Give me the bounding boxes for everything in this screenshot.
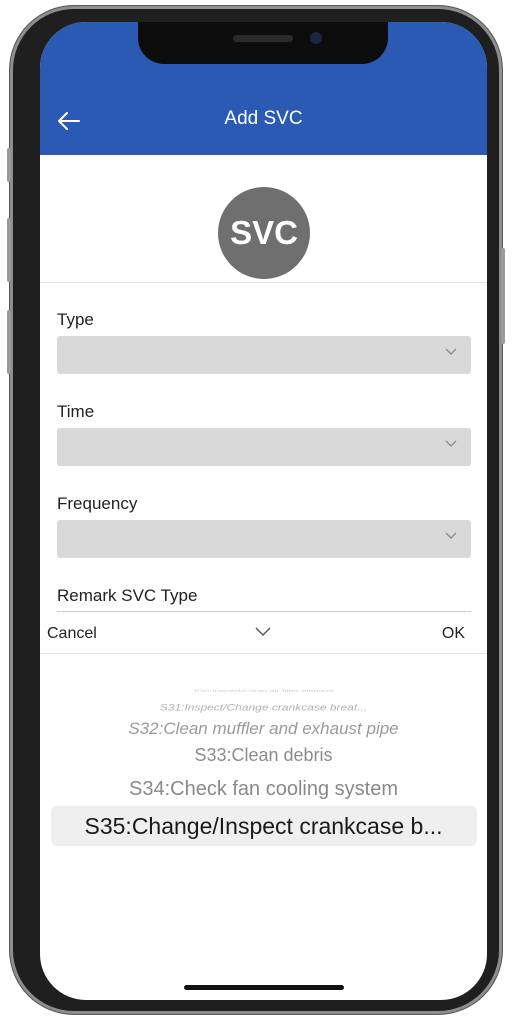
chevron-down-icon xyxy=(445,532,457,539)
picker-option[interactable]: S32:Clean muffler and exhaust pipe xyxy=(40,719,487,739)
svc-avatar: SVC xyxy=(218,187,310,279)
picker-cancel-button[interactable]: Cancel xyxy=(47,625,97,643)
picker-divider xyxy=(40,653,487,654)
frequency-select[interactable] xyxy=(57,520,471,558)
picker-option-selected[interactable]: S35:Change/Inspect crankcase b... xyxy=(40,813,487,840)
home-indicator[interactable] xyxy=(184,985,344,990)
power-button xyxy=(501,248,505,344)
remark-underline xyxy=(57,611,471,612)
type-label: Type xyxy=(57,310,94,329)
picker-option[interactable]: S33:Clean debris xyxy=(40,745,487,766)
picker-toolbar: Cancel OK xyxy=(40,616,487,652)
picker-option[interactable]: S34:Check fan cooling system xyxy=(40,778,487,801)
volume-down-button xyxy=(7,310,11,374)
picker-option[interactable]: S31:Inspect/Change crankcase breat... xyxy=(40,702,487,713)
remark-svc-type-label: Remark SVC Type xyxy=(57,586,198,605)
time-select[interactable] xyxy=(57,428,471,466)
type-select[interactable] xyxy=(57,336,471,374)
avatar-divider xyxy=(40,282,487,283)
speaker-grille xyxy=(233,35,293,42)
chevron-down-icon xyxy=(445,440,457,447)
app-screen: Add SVC SVC Type Time Frequency Remark S… xyxy=(40,22,487,1000)
mute-switch xyxy=(7,148,11,182)
frequency-label: Frequency xyxy=(57,494,138,513)
notch xyxy=(138,22,388,64)
picker-ok-button[interactable]: OK xyxy=(442,625,465,643)
front-camera xyxy=(310,32,322,44)
chevron-down-icon[interactable] xyxy=(254,626,272,638)
time-label: Time xyxy=(57,402,95,421)
page-title: Add SVC xyxy=(224,108,303,129)
volume-up-button xyxy=(7,218,11,282)
picker-option[interactable]: S30:Inspect/Clean air filter element xyxy=(40,689,487,693)
chevron-down-icon xyxy=(445,348,457,355)
